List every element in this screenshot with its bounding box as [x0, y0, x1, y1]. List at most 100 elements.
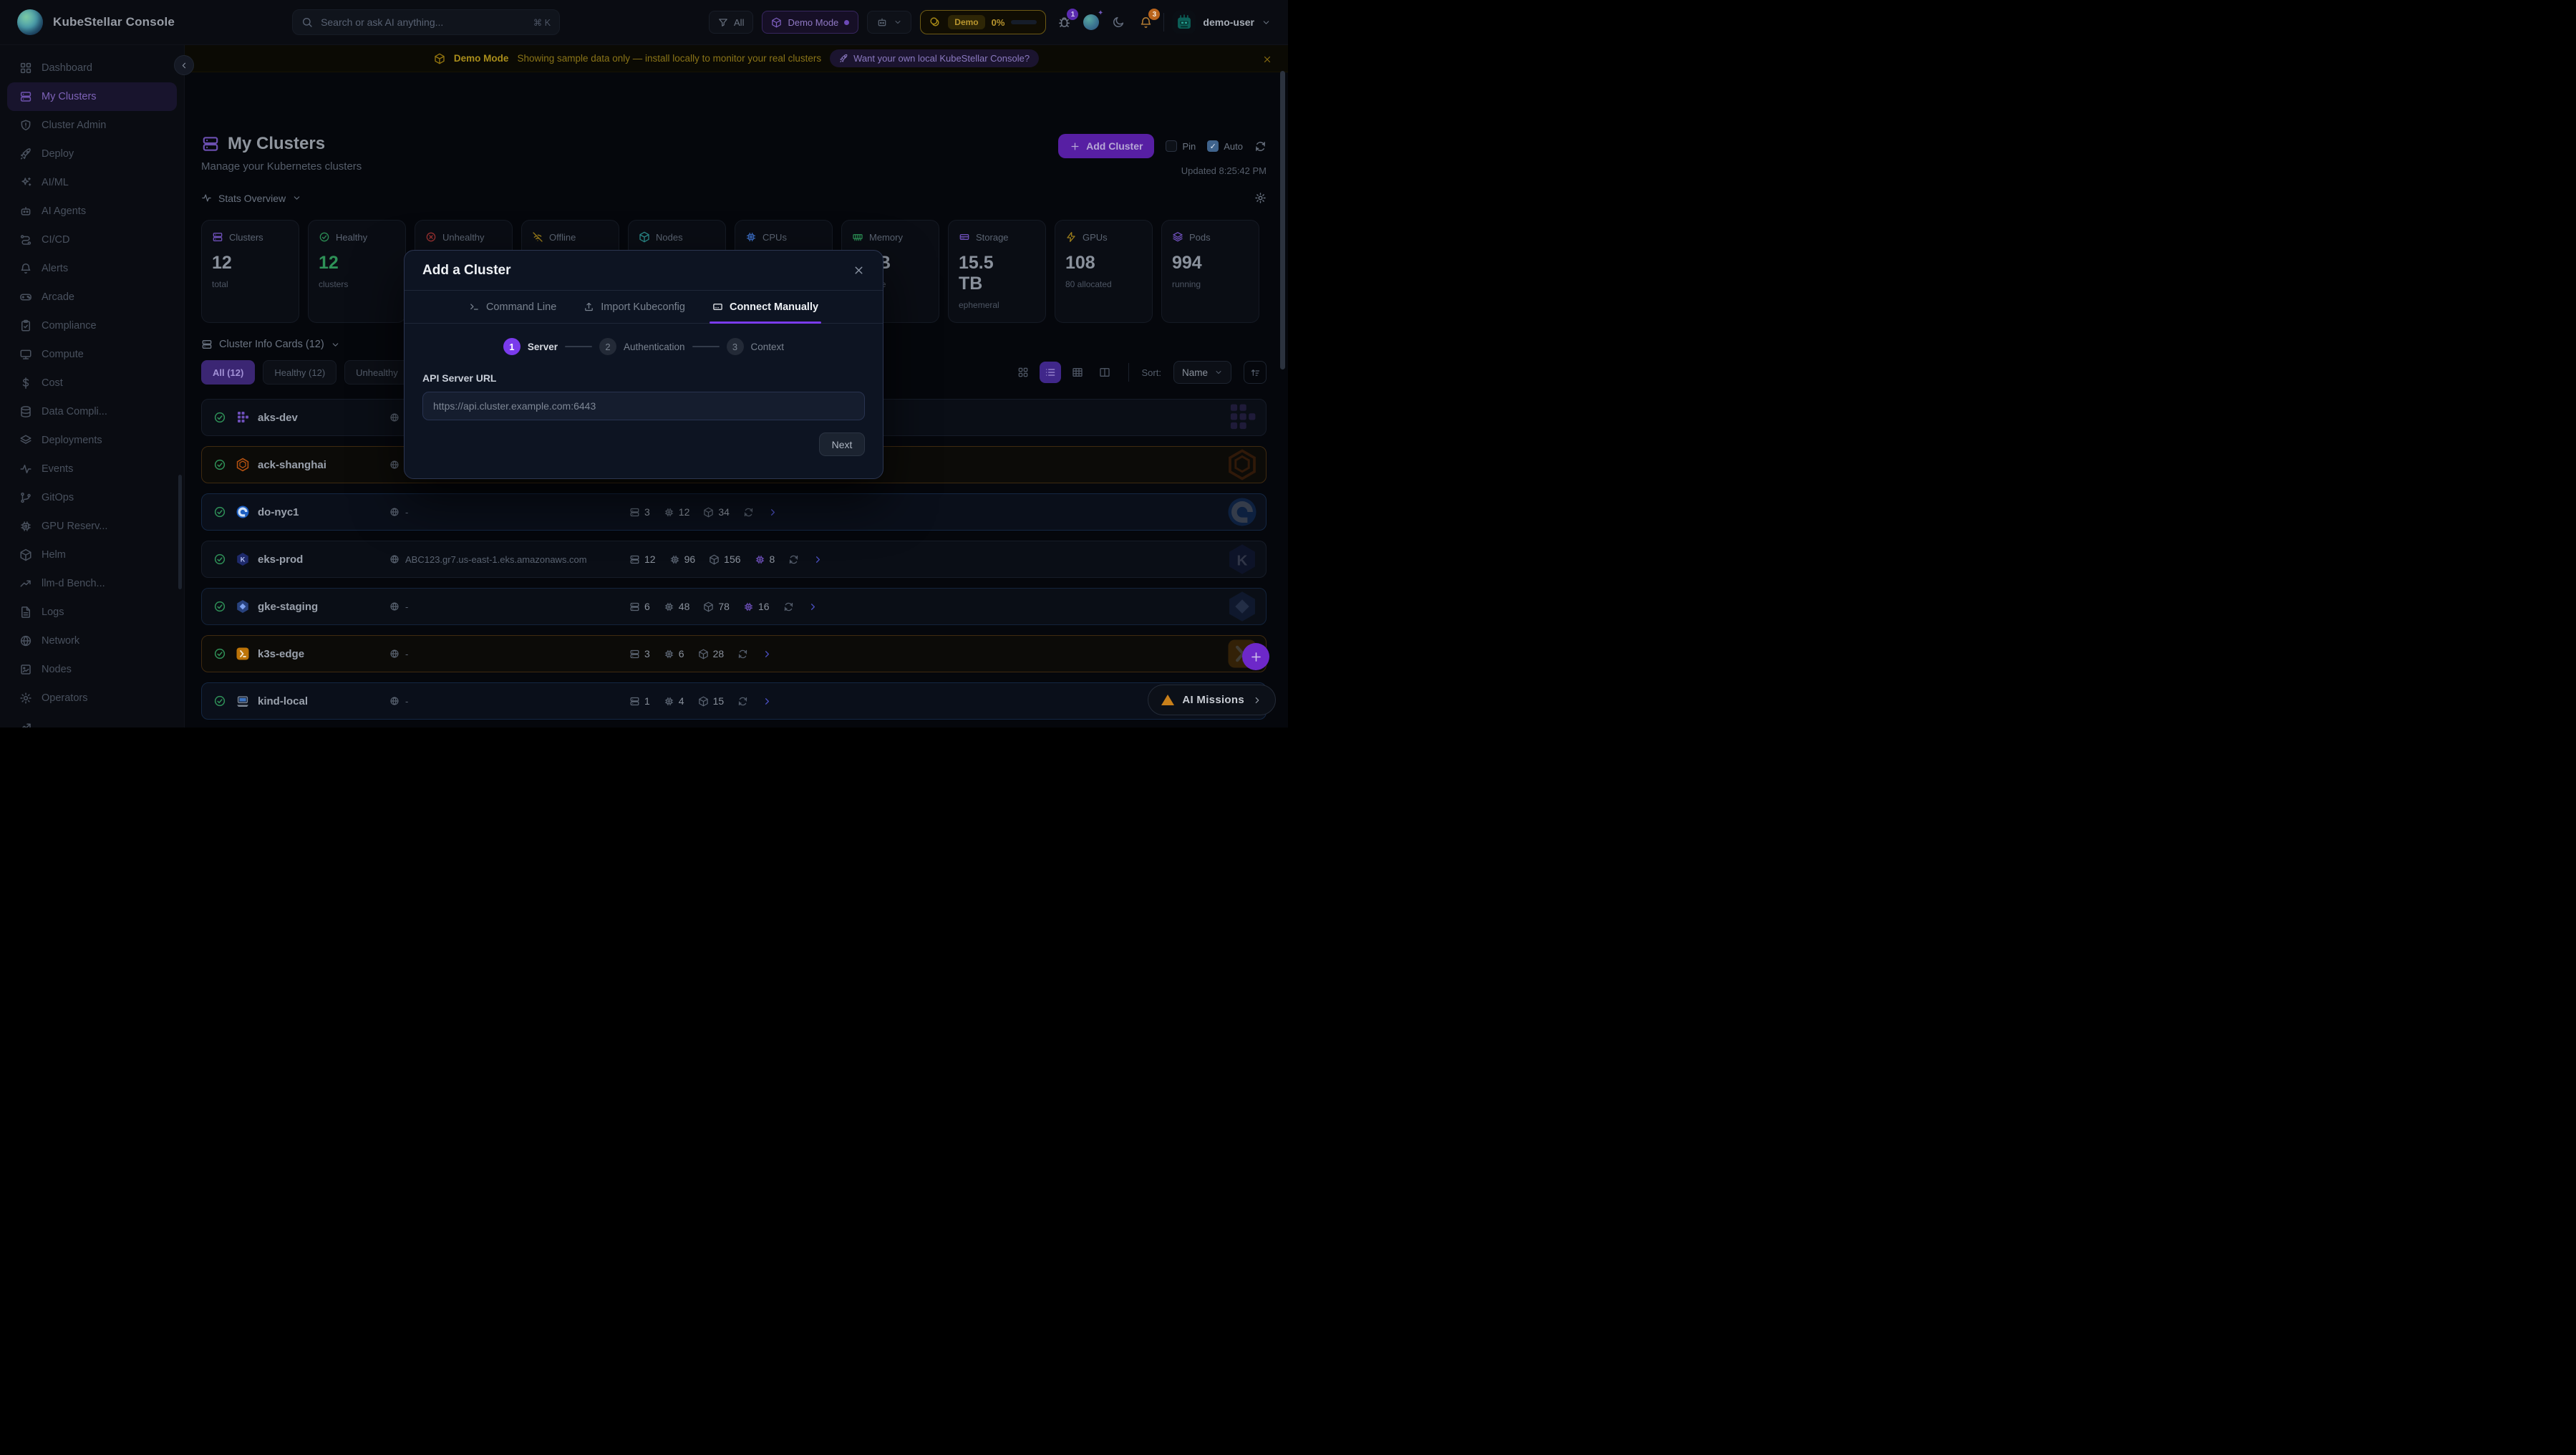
healthy-check-icon [213, 695, 226, 707]
theme-toggle[interactable] [1109, 13, 1128, 32]
cluster-row-k3s-edge[interactable]: k3s-edge - 3 6 28 [201, 635, 1267, 672]
cluster-row-gke-staging[interactable]: gke-staging - 6 48 78 16 [201, 588, 1267, 625]
layers-icon [19, 434, 32, 447]
pin-checkbox-group[interactable]: Pin [1166, 140, 1196, 152]
filter-all-chip[interactable]: All [709, 11, 753, 34]
view-grid-button[interactable] [1012, 362, 1034, 383]
sidebar-item-ai-agents[interactable]: AI Agents [0, 197, 184, 226]
sidebar-item-ai-ml[interactable]: AI/ML [0, 168, 184, 197]
ai-sphere-button[interactable] [1082, 13, 1100, 32]
view-columns-button[interactable] [1094, 362, 1115, 383]
stat-card-storage[interactable]: Storage 15.5 TB ephemeral [948, 220, 1046, 323]
refresh-icon[interactable] [737, 649, 748, 659]
tab-command-line[interactable]: Command Line [469, 291, 556, 323]
view-table-button[interactable] [1067, 362, 1088, 383]
plus-icon [1070, 141, 1080, 152]
servers-icon [629, 696, 640, 707]
sidebar-item-cost[interactable]: Cost [0, 369, 184, 397]
ai-missions-button[interactable]: AI Missions [1148, 685, 1276, 715]
add-floating-button[interactable] [1242, 643, 1269, 670]
pod-count: 78 [703, 601, 730, 612]
sidebar-item-helm[interactable]: Helm [0, 541, 184, 569]
tab-connect-manually[interactable]: Connect Manually [712, 291, 818, 323]
stat-label: Memory [869, 232, 903, 243]
auto-checkbox-group[interactable]: ✓ Auto [1207, 140, 1243, 152]
gpu-count: 8 [755, 554, 775, 565]
stat-card-healthy[interactable]: Healthy 12 clusters [308, 220, 406, 323]
demo-banner: Demo Mode Showing sample data only — ins… [185, 45, 1288, 72]
view-list-button[interactable] [1040, 362, 1061, 383]
sidebar-item-data-compliance[interactable]: Data Compli... [0, 397, 184, 426]
api-server-url-input[interactable] [422, 392, 865, 420]
refresh-icon[interactable] [743, 507, 754, 518]
demo-mode-chip[interactable]: Demo Mode [762, 11, 858, 34]
sort-select[interactable]: Name [1173, 361, 1231, 384]
sidebar-collapse-button[interactable] [174, 55, 194, 75]
add-cluster-button[interactable]: Add Cluster [1058, 134, 1154, 158]
sidebar-item-compliance[interactable]: Compliance [0, 311, 184, 340]
filter-tab-healthy[interactable]: Healthy (12) [263, 360, 336, 385]
sidebar-item-logs[interactable]: Logs [0, 598, 184, 627]
sidebar-item-arcade[interactable]: Arcade [0, 283, 184, 311]
filter-tab-unhealthy[interactable]: Unhealthy [344, 360, 410, 385]
funnel-icon [718, 17, 728, 27]
tab-import-kubeconfig[interactable]: Import Kubeconfig [584, 291, 685, 323]
stat-card-clusters[interactable]: Clusters 12 total [201, 220, 299, 323]
next-button[interactable]: Next [819, 432, 865, 456]
chevron-right-icon[interactable] [762, 696, 773, 707]
banner-close-button[interactable] [1262, 52, 1272, 64]
refresh-icon[interactable] [1254, 140, 1267, 153]
sidebar-item-my-clusters[interactable]: My Clusters [7, 82, 177, 111]
cluster-name: aks-dev [258, 412, 298, 424]
sidebar-item-ci-cd[interactable]: CI/CD [0, 226, 184, 254]
cluster-row-eks-prod[interactable]: eks-prod ABC123.gr7.us-east-1.eks.amazon… [201, 541, 1267, 578]
sidebar-item-gitops[interactable]: GitOps [0, 483, 184, 512]
refresh-icon[interactable] [788, 554, 799, 565]
window-scrollbar[interactable] [1280, 71, 1285, 369]
sidebar-item-deploy[interactable]: Deploy [0, 140, 184, 168]
modal-close-icon[interactable] [853, 264, 865, 276]
cube-icon [698, 696, 709, 707]
sidebar-item-nodes[interactable]: Nodes [0, 655, 184, 684]
agent-selector[interactable] [867, 11, 911, 34]
stat-card-pods[interactable]: Pods 994 running [1161, 220, 1259, 323]
sidebar-item-compute[interactable]: Compute [0, 340, 184, 369]
refresh-icon[interactable] [783, 601, 794, 612]
auto-checkbox[interactable]: ✓ [1207, 140, 1219, 152]
stats-overview-toggle[interactable]: Stats Overview [201, 193, 301, 204]
debug-button[interactable]: 1 [1055, 13, 1073, 32]
chart-icon [19, 720, 32, 728]
sidebar-scrollbar[interactable] [178, 475, 182, 589]
tab-label: Connect Manually [730, 301, 818, 313]
banner-cta[interactable]: Want your own local KubeStellar Console? [830, 49, 1039, 67]
sidebar-item-partial[interactable] [0, 712, 184, 728]
chevron-right-icon[interactable] [813, 554, 823, 565]
sidebar-item-alerts[interactable]: Alerts [0, 254, 184, 283]
sidebar-item-operators[interactable]: Operators [0, 684, 184, 712]
banner-message: Showing sample data only — install local… [517, 53, 821, 64]
pin-checkbox[interactable] [1166, 140, 1177, 152]
sidebar-item-dashboard[interactable]: Dashboard [0, 54, 184, 82]
refresh-icon[interactable] [737, 696, 748, 707]
sidebar-item-deployments[interactable]: Deployments [0, 426, 184, 455]
user-menu[interactable]: demo-user [1173, 11, 1271, 34]
search-input[interactable] [319, 16, 527, 29]
sidebar-item-gpu-reservations[interactable]: GPU Reserv... [0, 512, 184, 541]
settings-gear-icon[interactable] [1254, 192, 1267, 204]
sort-direction-button[interactable] [1244, 361, 1267, 384]
chevron-right-icon[interactable] [808, 601, 818, 612]
chevron-right-icon[interactable] [762, 649, 773, 659]
notifications-button[interactable]: 3 [1136, 13, 1155, 32]
sidebar-item-cluster-admin[interactable]: Cluster Admin [0, 111, 184, 140]
sidebar-item-label: Events [42, 463, 73, 475]
sidebar-item-llmd-bench[interactable]: llm-d Bench... [0, 569, 184, 598]
global-search[interactable]: ⌘ K [292, 9, 560, 35]
sidebar-item-network[interactable]: Network [0, 627, 184, 655]
sidebar-item-events[interactable]: Events [0, 455, 184, 483]
chevron-right-icon[interactable] [768, 507, 778, 518]
cluster-row-kind-local[interactable]: kind-local - 1 4 15 [201, 682, 1267, 720]
stat-card-gpus[interactable]: GPUs 108 80 allocated [1055, 220, 1153, 323]
filter-tab-all[interactable]: All (12) [201, 360, 255, 385]
cluster-row-do-nyc1[interactable]: do-nyc1 - 3 12 34 [201, 493, 1267, 531]
token-usage-badge[interactable]: Demo 0% [920, 10, 1046, 34]
